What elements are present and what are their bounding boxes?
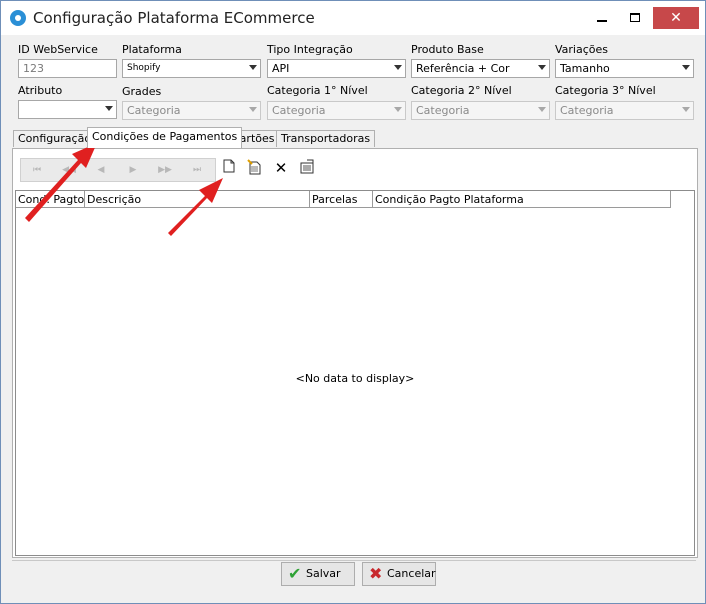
categoria2-label: Categoria 2° Nível — [411, 84, 512, 97]
chevron-down-icon — [394, 107, 402, 112]
grades-select[interactable]: Categoria — [122, 101, 261, 120]
plataforma-select[interactable]: Shopify — [122, 59, 261, 78]
column-header-descricao[interactable]: Descrição — [85, 191, 310, 208]
prev-page-icon[interactable]: ◀◀ — [53, 159, 85, 181]
delete-icon[interactable]: ✕ — [272, 159, 290, 177]
categoria1-value: Categoria — [272, 104, 326, 117]
atributo-label: Atributo — [18, 84, 63, 97]
last-record-icon[interactable]: ⏭ — [181, 159, 213, 181]
id-webservice-field[interactable]: 123 — [18, 59, 117, 78]
divider — [12, 560, 696, 561]
properties-icon[interactable] — [298, 159, 316, 177]
chevron-down-icon — [249, 107, 257, 112]
tab-configuracao[interactable]: Configuração — [13, 130, 97, 147]
tipo-integracao-value: API — [272, 62, 290, 75]
tab-panel: ⏮ ◀◀ ◀ ▶ ▶▶ ⏭ ✕ Cond. Pagto Descrição Pa… — [12, 148, 698, 558]
categoria2-value: Categoria — [416, 104, 470, 117]
form-client-area: ID WebService Plataforma Tipo Integração… — [8, 35, 699, 596]
prev-record-icon[interactable]: ◀ — [85, 159, 117, 181]
next-record-icon[interactable]: ▶ — [117, 159, 149, 181]
chevron-down-icon — [249, 65, 257, 70]
title-bar[interactable]: Configuração Plataforma ECommerce ✕ — [1, 1, 705, 35]
app-icon — [10, 10, 26, 26]
categoria3-value: Categoria — [560, 104, 614, 117]
close-icon: ✕ — [670, 10, 682, 26]
chevron-down-icon — [105, 106, 113, 111]
produto-base-label: Produto Base — [411, 43, 484, 56]
new-document-icon[interactable] — [220, 159, 238, 177]
categoria1-label: Categoria 1° Nível — [267, 84, 368, 97]
main-window: Configuração Plataforma ECommerce ✕ ID W… — [0, 0, 706, 604]
produto-base-value: Referência + Cor — [416, 62, 510, 75]
first-record-icon[interactable]: ⏮ — [21, 159, 53, 181]
categoria3-label: Categoria 3° Nível — [555, 84, 656, 97]
cancel-x-icon: ✖ — [369, 564, 383, 583]
grades-value: Categoria — [127, 104, 181, 117]
column-header-cond-pagto[interactable]: Cond. Pagto — [16, 191, 85, 208]
variacoes-select[interactable]: Tamanho — [555, 59, 694, 78]
categoria1-select[interactable]: Categoria — [267, 101, 406, 120]
plataforma-value: Shopify — [127, 63, 161, 73]
cancel-button[interactable]: ✖ Cancelar — [362, 562, 436, 586]
id-webservice-label: ID WebService — [18, 43, 98, 56]
chevron-down-icon — [538, 107, 546, 112]
categoria2-select[interactable]: Categoria — [411, 101, 550, 120]
chevron-down-icon — [538, 65, 546, 70]
chevron-down-icon — [682, 65, 690, 70]
next-page-icon[interactable]: ▶▶ — [149, 159, 181, 181]
variacoes-value: Tamanho — [560, 62, 610, 75]
tipo-integracao-label: Tipo Integração — [267, 43, 353, 56]
checkmark-icon: ✔ — [288, 564, 302, 583]
categoria3-select[interactable]: Categoria — [555, 101, 694, 120]
plataforma-label: Plataforma — [122, 43, 182, 56]
column-header-condicao-pagto-plataforma[interactable]: Condição Pagto Plataforma — [373, 191, 671, 208]
tab-transportadoras[interactable]: Transportadoras — [276, 130, 376, 147]
grades-label: Grades — [122, 85, 162, 98]
save-button-label: Salvar — [306, 567, 341, 580]
produto-base-select[interactable]: Referência + Cor — [411, 59, 550, 78]
grid-empty-message: <No data to display> — [295, 372, 415, 385]
record-navigator: ⏮ ◀◀ ◀ ▶ ▶▶ ⏭ — [20, 158, 216, 182]
chevron-down-icon — [682, 107, 690, 112]
edit-document-icon[interactable] — [246, 159, 264, 177]
close-button[interactable]: ✕ — [653, 7, 699, 29]
tipo-integracao-select[interactable]: API — [267, 59, 406, 78]
payment-conditions-grid[interactable]: Cond. Pagto Descrição Parcelas Condição … — [15, 190, 695, 556]
cancel-button-label: Cancelar — [387, 567, 436, 580]
column-header-parcelas[interactable]: Parcelas — [310, 191, 373, 208]
save-button[interactable]: ✔ Salvar — [281, 562, 355, 586]
chevron-down-icon — [394, 65, 402, 70]
window-title: Configuração Plataforma ECommerce — [33, 9, 315, 27]
tab-condicoes-pagamentos[interactable]: Condições de Pagamentos — [87, 127, 243, 148]
variacoes-label: Variações — [555, 43, 609, 56]
atributo-select[interactable] — [18, 100, 117, 119]
maximize-button[interactable] — [613, 7, 657, 29]
